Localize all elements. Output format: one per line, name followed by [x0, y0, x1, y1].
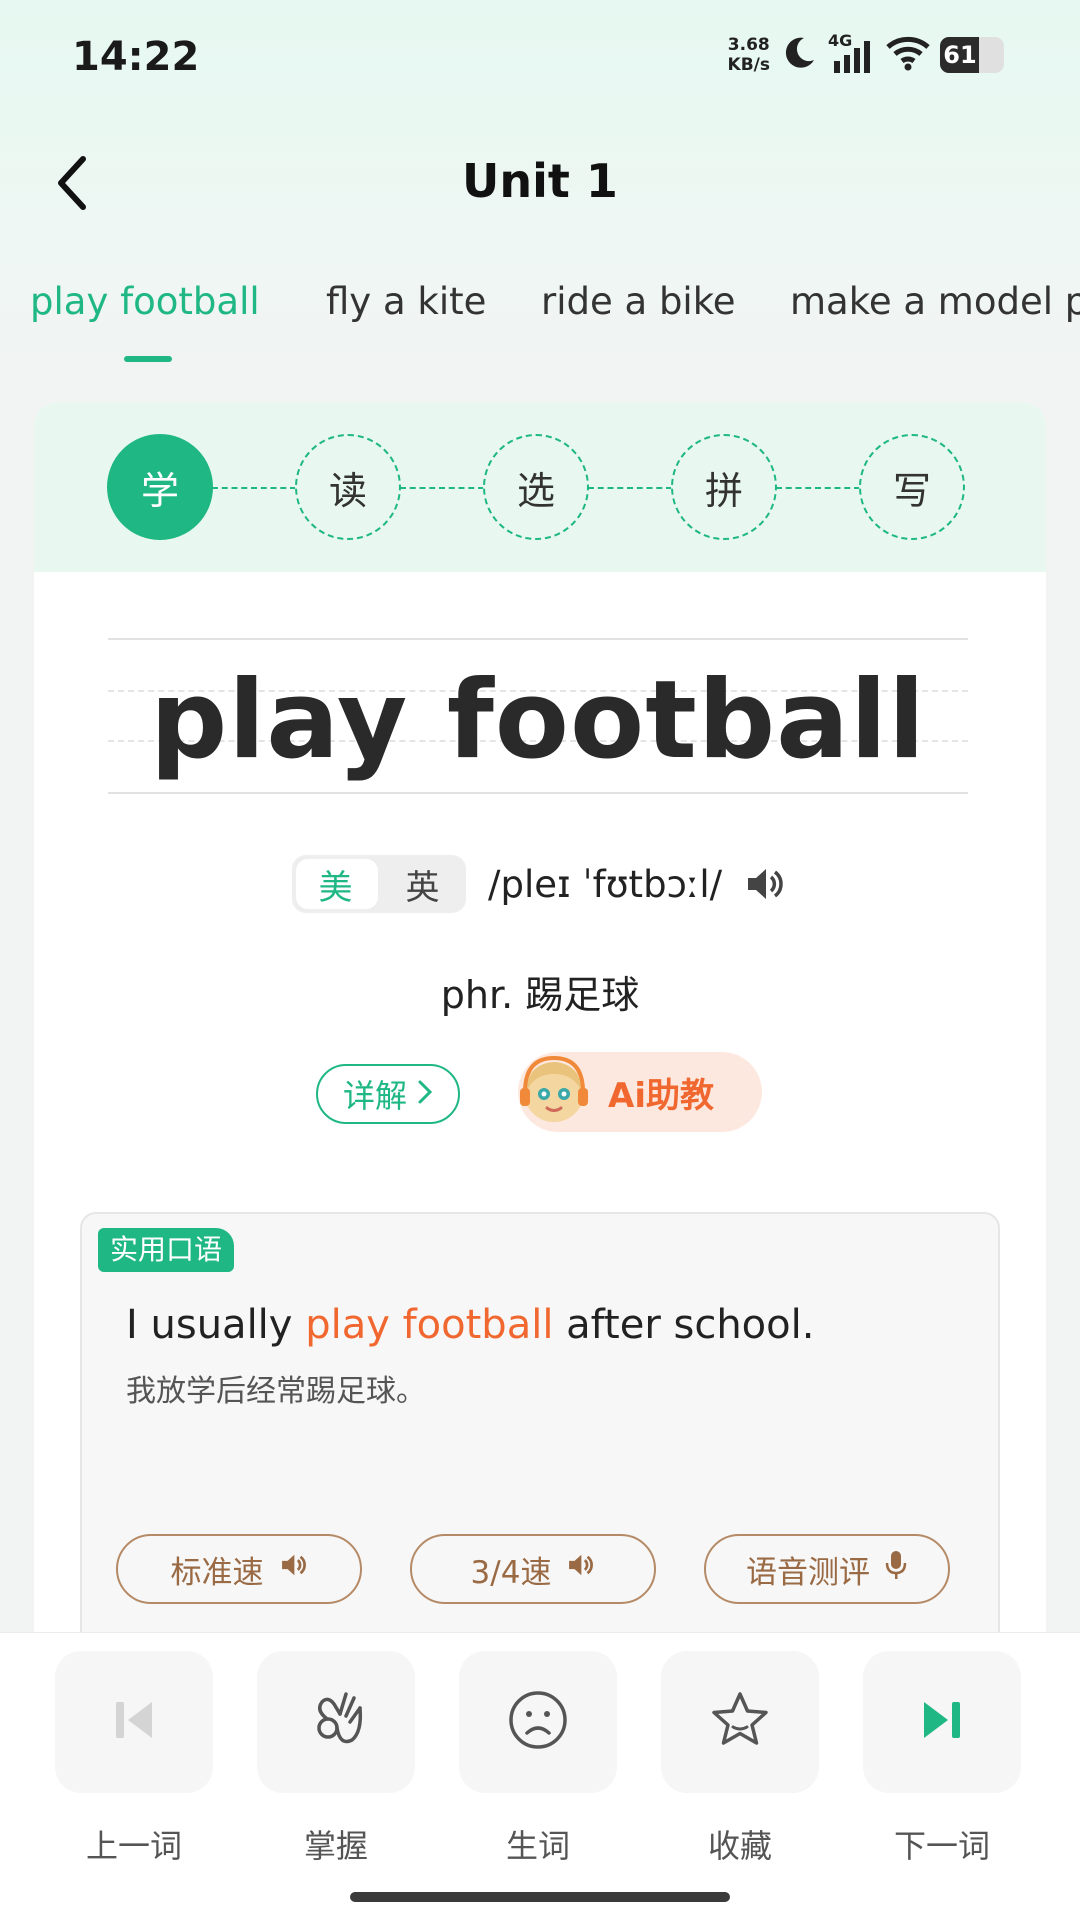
word-meaning: phr. 踢足球	[440, 973, 640, 1017]
tab-ride-a-bike[interactable]: ride a bike	[541, 280, 736, 323]
favorite-label: 收藏	[707, 1827, 772, 1865]
previous-icon	[108, 1694, 160, 1750]
ai-assistant-button[interactable]: Ai助教	[518, 1052, 762, 1132]
favorite-button[interactable]: 收藏	[660, 1651, 820, 1867]
step-read[interactable]: 读	[295, 434, 401, 540]
previous-word-label: 上一词	[85, 1827, 182, 1865]
ai-assistant-label: Ai助教	[608, 1075, 714, 1116]
detail-button[interactable]: 详解	[316, 1064, 460, 1124]
previous-button-box	[55, 1651, 213, 1793]
example-sentence: I usually play football after school.	[126, 1302, 814, 1348]
status-bar: 14:22 3.68 KB/s 4G 61	[0, 0, 1080, 120]
example-sentence-card: 实用口语 I usually play football after schoo…	[80, 1212, 1000, 1702]
previous-word-button[interactable]: 上一词	[54, 1651, 214, 1867]
step-connector	[400, 487, 484, 489]
next-word-button[interactable]: 下一词	[862, 1651, 1022, 1867]
example-highlight: play football	[305, 1302, 554, 1348]
favorite-button-box	[661, 1651, 819, 1793]
detail-label: 详解	[342, 1077, 407, 1115]
accent-uk[interactable]: 英	[379, 855, 466, 913]
word-tabs: play football fly a kite ride a bike mak…	[0, 280, 1080, 360]
new-word-button[interactable]: 生词	[458, 1651, 618, 1867]
vocabulary-word: play football	[149, 658, 927, 783]
wifi-icon	[886, 35, 930, 75]
play-slow-speed-button[interactable]: 3/4速	[410, 1534, 656, 1604]
word-display: play football	[108, 638, 968, 798]
page-header: Unit 1	[0, 130, 1080, 240]
tab-fly-a-kite[interactable]: fly a kite	[326, 280, 486, 323]
example-tag: 实用口语	[98, 1228, 235, 1272]
writing-line	[108, 792, 968, 794]
voice-evaluation-button[interactable]: 语音测评	[704, 1534, 950, 1604]
microphone-icon	[884, 1549, 908, 1589]
example-after: after school.	[553, 1302, 815, 1348]
battery-level: 61	[943, 41, 977, 69]
example-translation: 我放学后经常踢足球。	[126, 1374, 426, 1409]
pronunciation-row: 美 英 /pleɪ ˈfʊtbɔːl/	[292, 854, 786, 914]
tab-make-a-model[interactable]: make a model p	[790, 280, 1080, 323]
accent-toggle[interactable]: 美 英	[292, 855, 466, 913]
new-word-button-box	[459, 1651, 617, 1793]
network-speed: 3.68 KB/s	[728, 35, 770, 75]
example-before: I usually	[126, 1302, 306, 1348]
play-normal-speed-button[interactable]: 标准速	[116, 1534, 362, 1604]
page-title: Unit 1	[462, 154, 618, 208]
network-speed-value: 3.68	[727, 35, 770, 55]
chevron-right-icon	[417, 1075, 433, 1113]
next-word-label: 下一词	[893, 1827, 990, 1865]
new-word-label: 生词	[505, 1827, 570, 1865]
sad-face-icon	[507, 1689, 569, 1755]
step-spell[interactable]: 拼	[671, 434, 777, 540]
status-icons: 3.68 KB/s 4G 61	[728, 31, 1004, 76]
step-connector	[776, 487, 860, 489]
writing-line	[108, 638, 968, 640]
speaker-icon	[565, 1550, 595, 1588]
next-button-box	[863, 1651, 1021, 1793]
step-connector	[212, 487, 296, 489]
ok-hand-icon	[306, 1688, 366, 1756]
signal-icon: 4G	[828, 31, 876, 75]
normal-speed-label: 标准速	[170, 1554, 264, 1591]
step-write[interactable]: 写	[859, 434, 965, 540]
ai-avatar-icon	[514, 1052, 594, 1132]
mastered-button-box	[257, 1651, 415, 1793]
home-indicator[interactable]	[350, 1892, 730, 1902]
speaker-icon[interactable]	[742, 862, 786, 906]
step-choose[interactable]: 选	[483, 434, 589, 540]
tab-play-football[interactable]: play football	[30, 280, 260, 323]
learning-steps: 学 读 选 拼 写	[34, 402, 1046, 572]
mastered-button[interactable]: 掌握	[256, 1651, 416, 1867]
network-speed-unit: KB/s	[727, 55, 770, 75]
mastered-label: 掌握	[303, 1827, 368, 1865]
bottom-navigation: 上一词 掌握 生词 收藏 下一词	[0, 1632, 1080, 1920]
status-time: 14:22	[72, 34, 200, 80]
accent-us[interactable]: 美	[292, 855, 379, 913]
voice-evaluation-label: 语音测评	[746, 1554, 870, 1591]
step-learn[interactable]: 学	[107, 434, 213, 540]
word-card: 学 读 选 拼 写 play football 美 英 /pleɪ ˈfʊtbɔ…	[34, 402, 1046, 1702]
phonetic-text: /pleɪ ˈfʊtbɔːl/	[488, 862, 723, 906]
speaker-icon	[278, 1550, 308, 1588]
slow-speed-label: 3/4速	[470, 1554, 552, 1591]
moon-icon	[780, 34, 818, 76]
star-icon	[708, 1689, 772, 1755]
next-icon	[916, 1694, 968, 1750]
step-connector	[588, 487, 672, 489]
tab-indicator	[124, 356, 172, 362]
battery-icon: 61	[940, 37, 1004, 73]
